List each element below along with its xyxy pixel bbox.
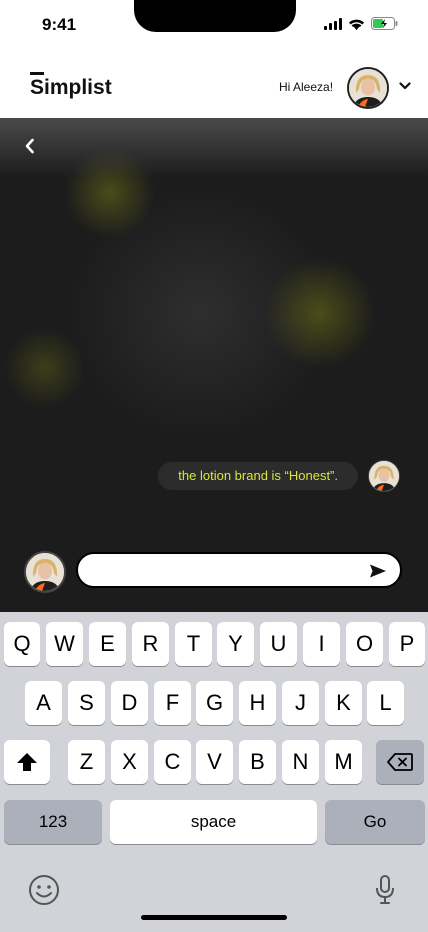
chat-top-shade (0, 118, 428, 178)
key-h[interactable]: H (239, 681, 276, 725)
go-key[interactable]: Go (325, 800, 425, 844)
key-v[interactable]: V (196, 740, 233, 784)
message-avatar (368, 460, 400, 492)
key-k[interactable]: K (325, 681, 362, 725)
key-x[interactable]: X (111, 740, 148, 784)
space-key[interactable]: space (110, 800, 317, 844)
microphone-icon[interactable] (374, 874, 396, 906)
key-c[interactable]: C (154, 740, 191, 784)
status-bar: 9:41 (0, 0, 428, 52)
composer-avatar (24, 551, 66, 593)
user-greeting: Hi Aleeza! (279, 80, 334, 94)
user-photo (26, 553, 64, 591)
shift-icon (17, 753, 37, 771)
key-l[interactable]: L (367, 681, 404, 725)
backspace-icon (387, 753, 413, 771)
key-r[interactable]: R (132, 622, 169, 666)
wifi-icon (349, 19, 364, 30)
key-q[interactable]: Q (4, 622, 40, 666)
key-o[interactable]: O (346, 622, 383, 666)
status-icons (324, 17, 398, 30)
back-arrow-icon[interactable] (20, 136, 40, 156)
battery-icon (371, 17, 398, 30)
chat-area[interactable]: the lotion brand is “Honest”. (0, 118, 428, 530)
backspace-key[interactable] (376, 740, 424, 784)
key-z[interactable]: Z (68, 740, 105, 784)
app-header: Simplist Hi Aleeza! (0, 52, 428, 118)
app-logo[interactable]: Simplist (30, 76, 112, 100)
key-f[interactable]: F (154, 681, 191, 725)
send-icon[interactable] (369, 563, 387, 579)
user-photo (369, 461, 399, 491)
key-e[interactable]: E (89, 622, 126, 666)
key-a[interactable]: A (25, 681, 62, 725)
key-i[interactable]: I (303, 622, 340, 666)
status-time: 9:41 (42, 15, 77, 34)
keyboard: Q W E R T Y U I O P A S D F G H J K L Z … (0, 612, 428, 932)
key-y[interactable]: Y (217, 622, 254, 666)
key-b[interactable]: B (239, 740, 276, 784)
user-photo (349, 69, 387, 107)
home-indicator (141, 915, 287, 920)
key-j[interactable]: J (282, 681, 319, 725)
key-p[interactable]: P (389, 622, 425, 666)
emoji-icon[interactable] (28, 874, 60, 906)
key-m[interactable]: M (325, 740, 362, 784)
signal-icon (324, 17, 342, 30)
shift-key[interactable] (4, 740, 50, 784)
key-d[interactable]: D (111, 681, 148, 725)
message-bubble: the lotion brand is “Honest”. (158, 462, 358, 490)
avatar[interactable] (347, 67, 389, 109)
key-t[interactable]: T (175, 622, 212, 666)
notch (134, 0, 296, 32)
numbers-key[interactable]: 123 (4, 800, 102, 844)
message-input[interactable] (76, 552, 402, 588)
key-n[interactable]: N (282, 740, 319, 784)
chevron-down-icon[interactable] (399, 82, 411, 90)
key-g[interactable]: G (196, 681, 233, 725)
logo-mark (30, 72, 44, 75)
key-s[interactable]: S (68, 681, 105, 725)
key-u[interactable]: U (260, 622, 297, 666)
composer-bar (0, 530, 428, 612)
key-w[interactable]: W (46, 622, 83, 666)
